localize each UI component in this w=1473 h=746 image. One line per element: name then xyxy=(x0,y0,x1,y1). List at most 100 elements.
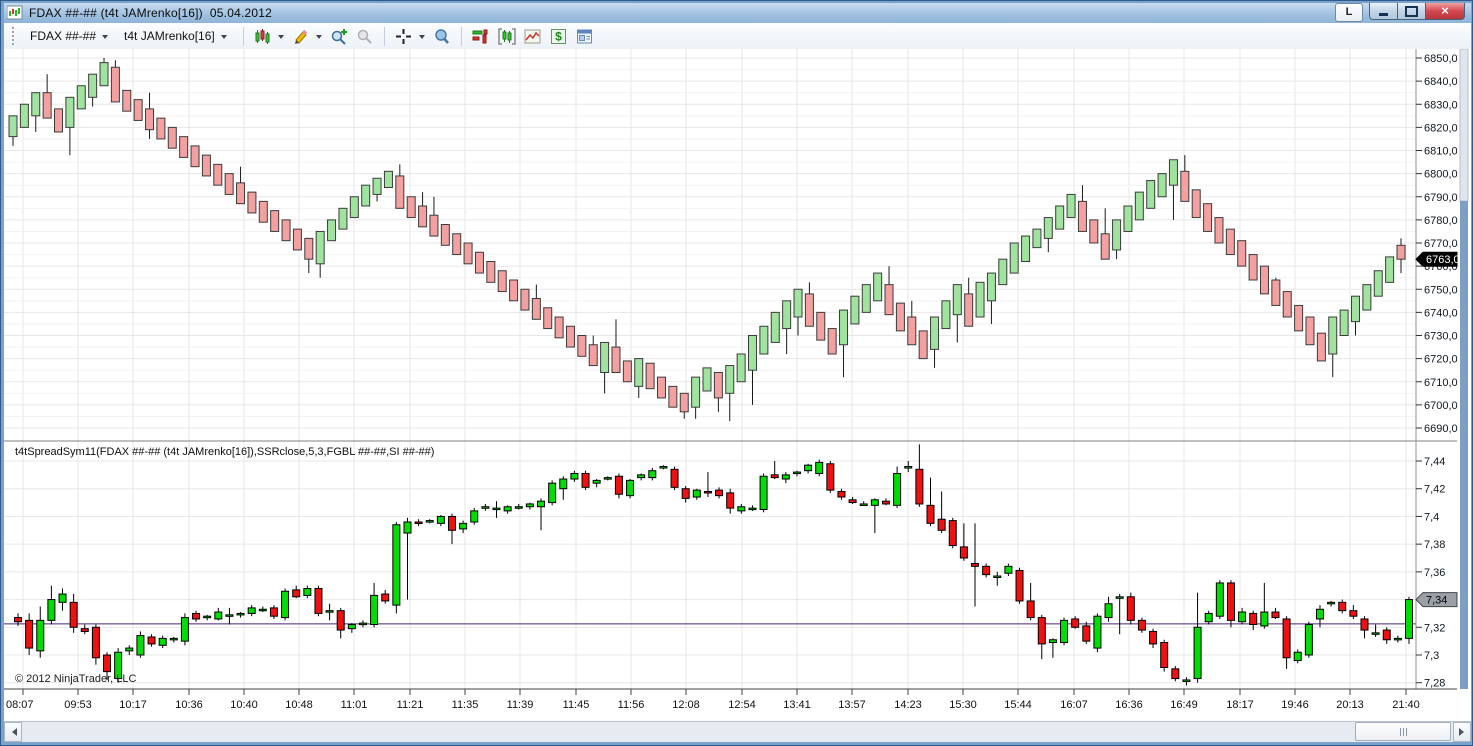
spread-candle xyxy=(1282,618,1291,659)
bar-type-button[interactable] xyxy=(251,26,287,47)
spread-candle xyxy=(848,499,857,504)
x-axis-label: 10:36 xyxy=(175,699,203,711)
vertical-scrollbar[interactable] xyxy=(1459,48,1469,689)
renko-brick xyxy=(133,99,143,121)
lower-gridlines xyxy=(4,460,1416,684)
properties-button[interactable] xyxy=(573,26,597,47)
x-axis-label: 15:44 xyxy=(1004,699,1032,711)
zoom-in-button[interactable] xyxy=(327,26,351,47)
spread-candle xyxy=(592,479,601,484)
spread-candle xyxy=(715,489,724,497)
hscrollbar-track[interactable] xyxy=(22,722,1453,742)
spread-candle xyxy=(481,506,490,509)
magnifier-button[interactable] xyxy=(430,26,454,47)
renko-brick xyxy=(520,288,530,311)
renko-brick xyxy=(349,196,359,219)
renko-brick xyxy=(782,300,792,330)
spread-candle xyxy=(570,472,579,480)
renko-brick xyxy=(1157,173,1167,198)
cursor-mode-button[interactable] xyxy=(392,26,428,47)
vscrollbar-thumb[interactable] xyxy=(1459,48,1469,202)
renko-brick xyxy=(8,115,18,138)
renko-brick xyxy=(122,89,132,112)
chevron-down-icon xyxy=(418,34,425,42)
renko-brick xyxy=(884,284,894,316)
y-axis-label: 6740,0 xyxy=(1424,307,1458,319)
chart-trader-button[interactable] xyxy=(469,26,493,47)
close-button[interactable]: × xyxy=(1425,3,1465,20)
renko-brick xyxy=(1339,309,1349,336)
renko-brick xyxy=(281,219,291,242)
renko-brick xyxy=(315,230,325,265)
spread-candle xyxy=(492,507,501,511)
spread-candle xyxy=(325,610,334,613)
renko-brick xyxy=(1100,233,1110,260)
renko-brick xyxy=(1294,304,1304,332)
hscrollbar-thumb[interactable] xyxy=(1355,722,1451,741)
period-dropdown[interactable]: t4t JAMrenko[16] xyxy=(118,27,233,45)
spread-candle xyxy=(1271,611,1280,619)
renko-brick xyxy=(600,341,610,373)
x-axis-label: 10:48 xyxy=(285,699,313,711)
upper-price-axis[interactable]: 6850,0 6840,0 6830,0 6820,0 6810,0 6800,0 6790… xyxy=(1416,53,1458,435)
renko-brick xyxy=(486,261,496,283)
mini-chart-button[interactable] xyxy=(521,26,545,47)
vscrollbar-track[interactable] xyxy=(1460,201,1468,689)
renko-bricks xyxy=(8,58,1406,422)
spread-candle xyxy=(392,524,401,606)
renko-brick xyxy=(1077,200,1087,232)
spread-candle xyxy=(904,466,913,469)
scroll-left-button[interactable] xyxy=(4,722,22,742)
spread-candle xyxy=(726,492,735,509)
spread-candle xyxy=(281,590,290,619)
scroll-right-button[interactable] xyxy=(1453,722,1471,742)
spread-candle xyxy=(881,500,890,505)
spread-candle xyxy=(91,626,100,659)
y-axis-label: 6810,0 xyxy=(1424,146,1458,158)
spread-candle xyxy=(125,647,134,652)
titlebar[interactable]: FDAX ##-## (t4t JAMrenko[16]) 05.04.2012… xyxy=(4,3,1471,23)
spread-candles xyxy=(14,444,1413,686)
y-axis-label: 6770,0 xyxy=(1424,238,1458,250)
time-axis[interactable]: 08:07 09:53 10:17 10:36 10:40 10:48 11:01 11:21… xyxy=(6,689,1420,711)
renko-brick xyxy=(793,288,803,318)
spread-candle xyxy=(1204,612,1213,623)
renko-brick xyxy=(531,298,541,320)
zoom-out-button[interactable] xyxy=(353,26,377,47)
x-axis-label: 19:46 xyxy=(1281,699,1309,711)
renko-brick xyxy=(1112,219,1122,251)
chart-canvas[interactable]: 6850,0 6840,0 6830,0 6820,0 6810,0 6800,0 6790… xyxy=(4,48,1471,721)
renko-brick xyxy=(804,293,814,327)
instrument-dropdown[interactable]: FDAX ##-## xyxy=(24,27,114,45)
renko-brick xyxy=(554,316,564,339)
spread-candle xyxy=(1238,611,1247,623)
account-button[interactable]: $ xyxy=(547,26,571,47)
maximize-button[interactable] xyxy=(1398,3,1425,20)
spread-candle xyxy=(1149,630,1158,645)
renko-brick xyxy=(986,272,996,302)
mini-chart-icon xyxy=(524,29,541,43)
spread-candle xyxy=(1015,569,1024,602)
data-box-button[interactable] xyxy=(495,26,519,47)
x-axis-label: 18:17 xyxy=(1226,699,1254,711)
lower-value-axis[interactable]: 7,44 7,42 7,4 7,38 7,36 7,34 7,32 7,3 7,28 xyxy=(1416,456,1445,690)
zoom-out-icon xyxy=(357,29,372,44)
renko-brick xyxy=(1180,170,1190,202)
spread-candle xyxy=(1137,619,1146,631)
renko-brick xyxy=(372,177,382,195)
spread-candle xyxy=(1082,625,1091,642)
spread-candle xyxy=(1315,608,1324,620)
renko-brick xyxy=(679,392,689,413)
chart-area[interactable]: 6850,0 6840,0 6830,0 6820,0 6810,0 6800,0 6790… xyxy=(4,48,1471,721)
window-title: FDAX ##-## (t4t JAMrenko[16]) 05.04.2012 xyxy=(29,6,272,20)
link-button[interactable]: L xyxy=(1335,3,1363,22)
spread-candle xyxy=(336,610,345,631)
spread-candle xyxy=(1048,639,1057,644)
toolbar-grip-handle[interactable] xyxy=(12,27,18,45)
horizontal-scrollbar[interactable] xyxy=(4,721,1471,742)
spread-candle xyxy=(1171,668,1180,680)
data-box-icon xyxy=(498,27,516,45)
minimize-button[interactable] xyxy=(1369,3,1398,20)
drawing-tools-button[interactable] xyxy=(289,26,325,47)
renko-brick xyxy=(1385,256,1395,283)
